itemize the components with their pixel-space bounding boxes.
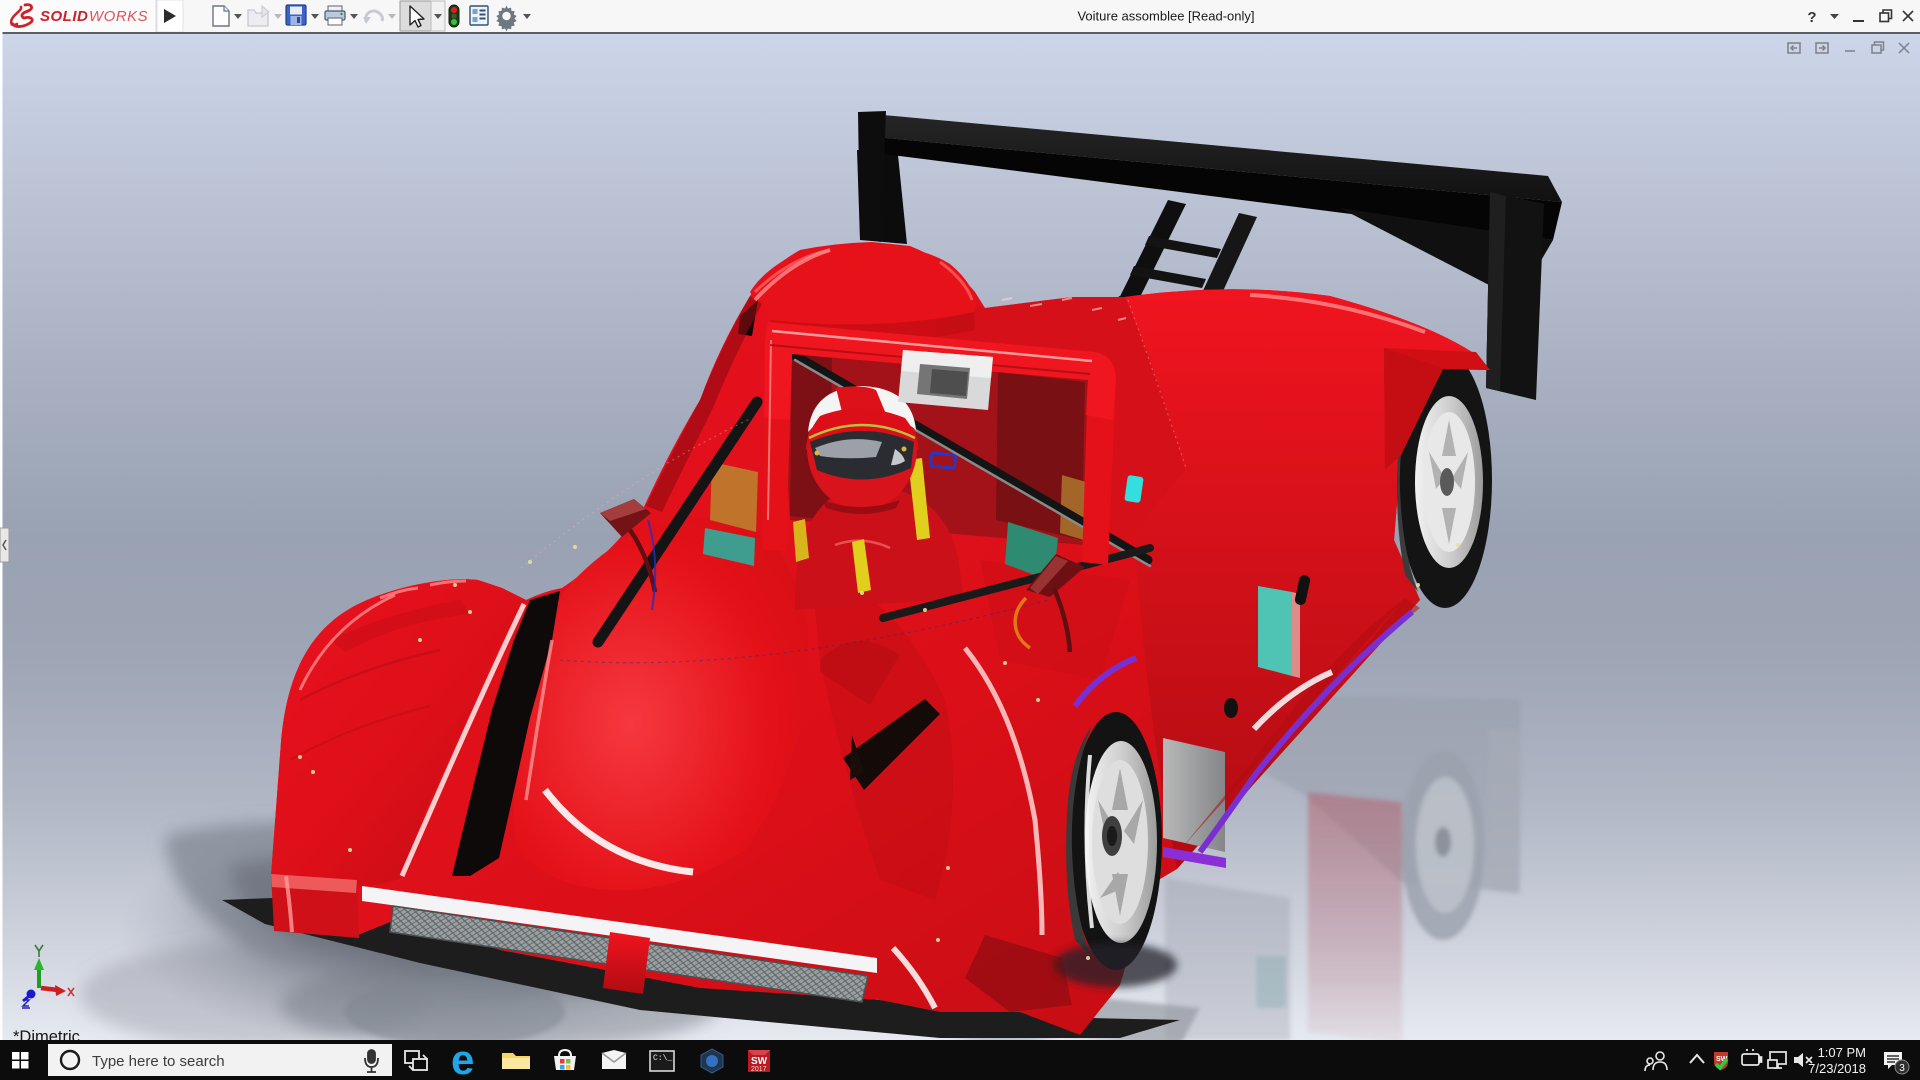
svg-text:1:07 PM: 1:07 PM (1818, 1045, 1866, 1060)
svg-text:Type here to search: Type here to search (92, 1053, 225, 1070)
svg-text:?: ? (1807, 9, 1816, 26)
svg-text:C:\_: C:\_ (653, 1054, 672, 1063)
svg-text:WORKS: WORKS (89, 8, 148, 25)
svg-text:3: 3 (1899, 1063, 1905, 1074)
svg-text:2017: 2017 (751, 1066, 767, 1073)
svg-text:SOLID: SOLID (40, 8, 88, 25)
svg-text:e: e (451, 1040, 474, 1080)
svg-text:*Dimetric: *Dimetric (13, 1028, 80, 1040)
svg-text:7/23/2018: 7/23/2018 (1808, 1061, 1866, 1076)
svg-text:Voiture assomblee [Read-only]: Voiture assomblee [Read-only] (1077, 9, 1254, 24)
